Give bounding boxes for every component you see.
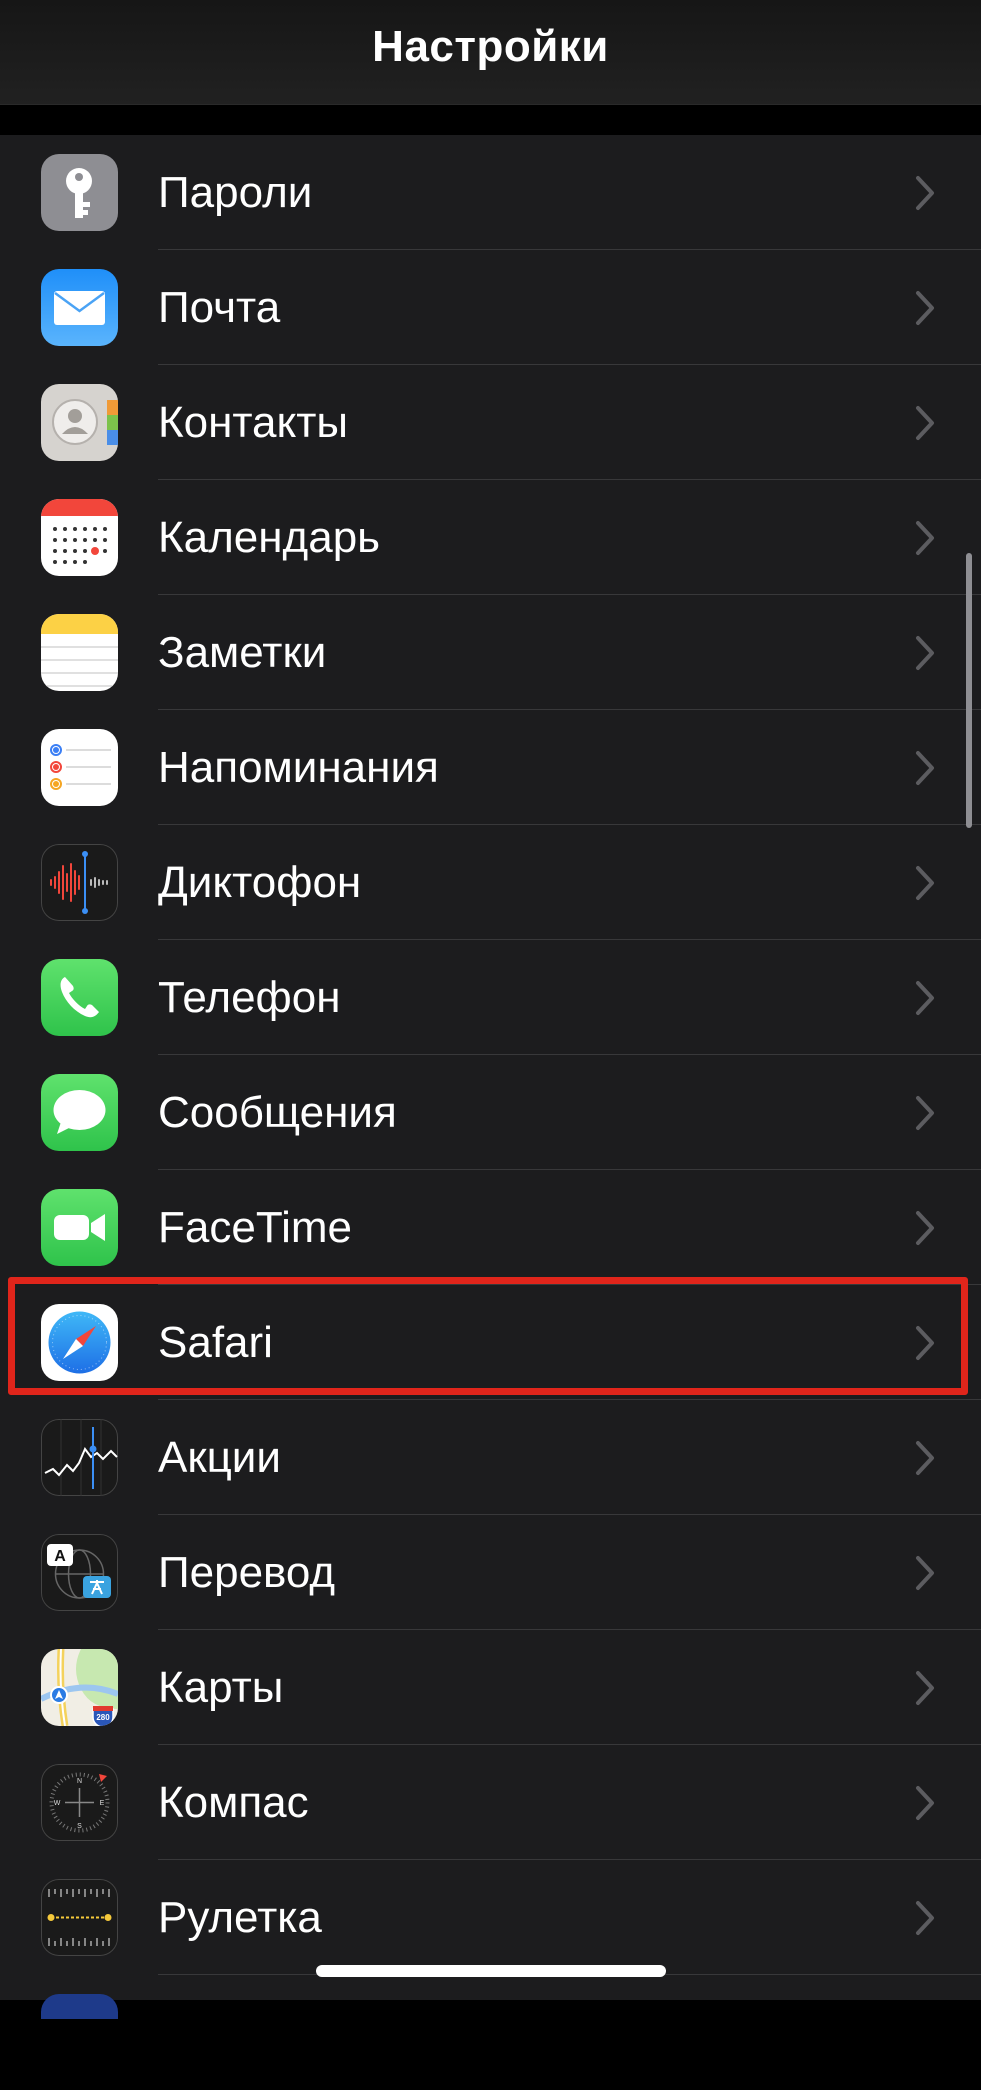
translate-icon: A — [41, 1534, 118, 1611]
settings-row-translate[interactable]: A Перевод — [0, 1515, 981, 1630]
settings-row-label: Перевод — [158, 1548, 336, 1597]
chevron-right-icon — [916, 751, 934, 785]
svg-text:W: W — [54, 1800, 61, 1807]
settings-row-label: FaceTime — [158, 1203, 352, 1252]
notes-icon — [41, 614, 118, 691]
settings-row-label: Пароли — [158, 168, 313, 217]
settings-row-stocks[interactable]: Акции — [0, 1400, 981, 1515]
settings-row-phone[interactable]: Телефон — [0, 940, 981, 1055]
contacts-icon — [41, 384, 118, 461]
settings-row-label: Компас — [158, 1778, 309, 1827]
compass-icon: N S W E — [41, 1764, 118, 1841]
settings-row-label: Календарь — [158, 513, 381, 562]
phone-icon — [41, 959, 118, 1036]
chevron-right-icon — [916, 1326, 934, 1360]
settings-row-label: Сообщения — [158, 1088, 397, 1137]
chevron-right-icon — [916, 1096, 934, 1130]
settings-row-voice-memos[interactable]: Диктофон — [0, 825, 981, 940]
settings-row-notes[interactable]: Заметки — [0, 595, 981, 710]
settings-row-messages[interactable]: Сообщения — [0, 1055, 981, 1170]
chevron-right-icon — [916, 866, 934, 900]
settings-row-maps[interactable]: 280 Карты — [0, 1630, 981, 1745]
safari-icon — [41, 1304, 118, 1381]
chevron-right-icon — [916, 1786, 934, 1820]
chevron-right-icon — [916, 981, 934, 1015]
chevron-right-icon — [916, 1556, 934, 1590]
settings-row-label: Диктофон — [158, 858, 362, 907]
chevron-right-icon — [916, 636, 934, 670]
mail-icon — [41, 269, 118, 346]
chevron-right-icon — [916, 1441, 934, 1475]
calendar-icon — [41, 499, 118, 576]
stocks-icon — [41, 1419, 118, 1496]
scroll-indicator[interactable] — [966, 553, 972, 828]
settings-row-calendar[interactable]: Календарь — [0, 480, 981, 595]
settings-row-label: Safari — [158, 1318, 273, 1367]
chevron-right-icon — [916, 406, 934, 440]
settings-row-compass[interactable]: N S W E Компас — [0, 1745, 981, 1860]
svg-text:S: S — [77, 1823, 82, 1830]
settings-row-facetime[interactable]: FaceTime — [0, 1170, 981, 1285]
route-shield-number: 280 — [96, 1713, 110, 1722]
messages-icon — [41, 1074, 118, 1151]
key-icon — [41, 154, 118, 231]
measure-icon — [41, 1879, 118, 1956]
maps-icon: 280 — [41, 1649, 118, 1726]
settings-row-label: Почта — [158, 283, 281, 332]
settings-row-label: Контакты — [158, 398, 349, 447]
svg-text:E: E — [100, 1800, 105, 1807]
chevron-right-icon — [916, 1901, 934, 1935]
section-gap — [0, 105, 981, 135]
settings-row-label: Напоминания — [158, 743, 439, 792]
settings-row-measure[interactable]: Рулетка — [0, 1860, 981, 1975]
reminders-icon — [41, 729, 118, 806]
chevron-right-icon — [916, 521, 934, 555]
navigation-bar: Настройки — [0, 0, 981, 105]
voice-memos-icon — [41, 844, 118, 921]
home-indicator[interactable] — [316, 1965, 666, 1977]
settings-row-reminders[interactable]: Напоминания — [0, 710, 981, 825]
settings-row-partial[interactable] — [0, 1975, 981, 2090]
chevron-right-icon — [916, 1671, 934, 1705]
settings-row-label: Рулетка — [158, 1893, 322, 1942]
settings-row-label: Карты — [158, 1663, 284, 1712]
settings-row-label: Телефон — [158, 973, 341, 1022]
settings-row-contacts[interactable]: Контакты — [0, 365, 981, 480]
translate-a-glyph: A — [54, 1548, 66, 1565]
chevron-right-icon — [916, 176, 934, 210]
svg-text:N: N — [77, 1778, 82, 1785]
page-title: Настройки — [372, 22, 609, 71]
settings-row-label: Акции — [158, 1433, 281, 1482]
settings-list: Пароли Почта Контакты Календарь Заметки … — [0, 135, 981, 2019]
settings-row-mail[interactable]: Почта — [0, 250, 981, 365]
facetime-icon — [41, 1189, 118, 1266]
chevron-right-icon — [916, 1211, 934, 1245]
settings-row-safari[interactable]: Safari — [0, 1285, 981, 1400]
chevron-right-icon — [916, 291, 934, 325]
settings-row-label: Заметки — [158, 628, 327, 677]
settings-row-passwords[interactable]: Пароли — [0, 135, 981, 250]
app-icon-partial — [41, 1994, 118, 2019]
